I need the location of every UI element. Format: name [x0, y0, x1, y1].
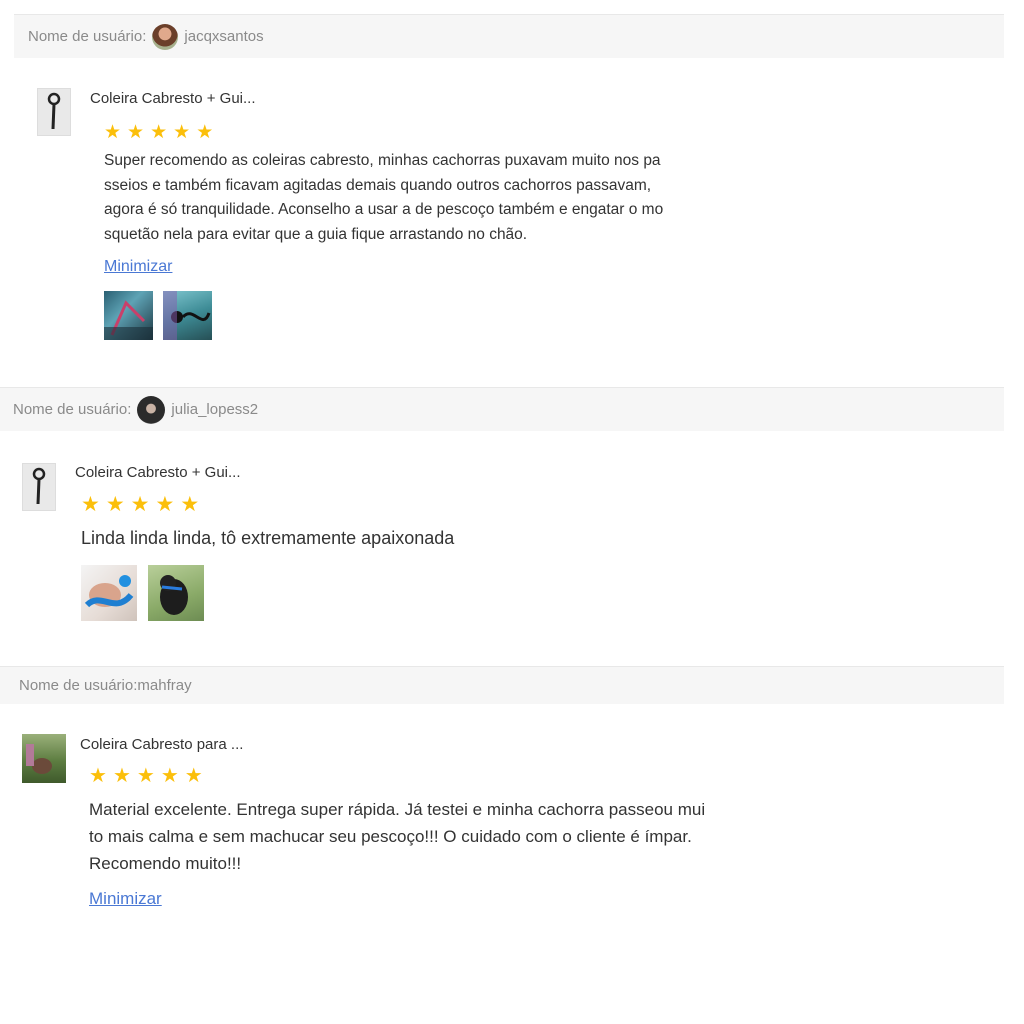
star-icon: ★: [104, 122, 122, 143]
avatar: [152, 23, 179, 50]
star-icon: ★: [112, 765, 131, 787]
review-card: Nome de usuário: jacqxsantos Coleira Cab…: [0, 0, 1004, 370]
star-icon: ★: [173, 122, 191, 143]
review-photo[interactable]: [104, 291, 153, 340]
star-icon: ★: [127, 122, 145, 143]
rating-stars: ★ ★ ★ ★ ★: [104, 123, 213, 143]
username-label: Nome de usuário:: [13, 401, 132, 418]
review-photo-image: [84, 575, 134, 608]
rating-stars: ★ ★ ★ ★ ★: [89, 766, 203, 786]
minimize-link[interactable]: Minimizar: [89, 889, 162, 909]
product-photo-image: [26, 744, 52, 774]
review-photo[interactable]: [81, 565, 137, 621]
review-photo-image: [104, 300, 153, 340]
username-label: Nome de usuário:: [28, 28, 147, 45]
minimize-link[interactable]: Minimizar: [104, 258, 172, 276]
product-name[interactable]: Coleira Cabresto + Gui...: [75, 464, 241, 481]
star-icon: ★: [105, 493, 125, 516]
review-photo[interactable]: [163, 291, 212, 340]
star-icon: ★: [196, 122, 214, 143]
star-icon: ★: [130, 493, 150, 516]
star-icon: ★: [89, 765, 107, 787]
product-thumbnail[interactable]: [22, 463, 56, 511]
user-bar: Nome de usuário:mahfray: [0, 666, 1004, 704]
product-thumbnail[interactable]: [37, 88, 71, 136]
review-card: Nome de usuário:mahfray Coleira Cabresto…: [0, 666, 1004, 946]
username: julia_lopess2: [171, 401, 259, 418]
product-name[interactable]: Coleira Cabresto + Gui...: [90, 90, 256, 107]
username-label: Nome de usuário:mahfray: [19, 677, 192, 694]
avatar: [137, 395, 166, 424]
star-icon: ★: [155, 493, 175, 516]
star-icon: ★: [160, 765, 179, 787]
product-name[interactable]: Coleira Cabresto para ...: [80, 736, 243, 753]
star-icon: ★: [136, 765, 155, 787]
star-icon: ★: [180, 493, 200, 516]
username: jacqxsantos: [184, 28, 264, 45]
review-card: Nome de usuário: julia_lopess2 Coleira C…: [0, 370, 1004, 666]
review-text: Super recomendo as coleiras cabresto, mi…: [104, 152, 664, 243]
rating-stars: ★ ★ ★ ★ ★: [81, 493, 200, 516]
leash-icon: [47, 92, 61, 130]
review-photo-image: [163, 291, 211, 340]
user-bar: Nome de usuário: julia_lopess2: [0, 387, 1004, 431]
review-photo-image: [160, 575, 188, 615]
review-text: Linda linda linda, tô extremamente apaix…: [81, 528, 455, 548]
review-text: Material excelente. Entrega super rápida…: [89, 800, 706, 873]
review-photo[interactable]: [148, 565, 204, 621]
star-icon: ★: [184, 765, 203, 787]
product-thumbnail[interactable]: [22, 734, 66, 783]
star-icon: ★: [150, 122, 168, 143]
user-bar: Nome de usuário: jacqxsantos: [14, 14, 1004, 58]
leash-icon: [32, 467, 46, 505]
star-icon: ★: [81, 493, 100, 516]
